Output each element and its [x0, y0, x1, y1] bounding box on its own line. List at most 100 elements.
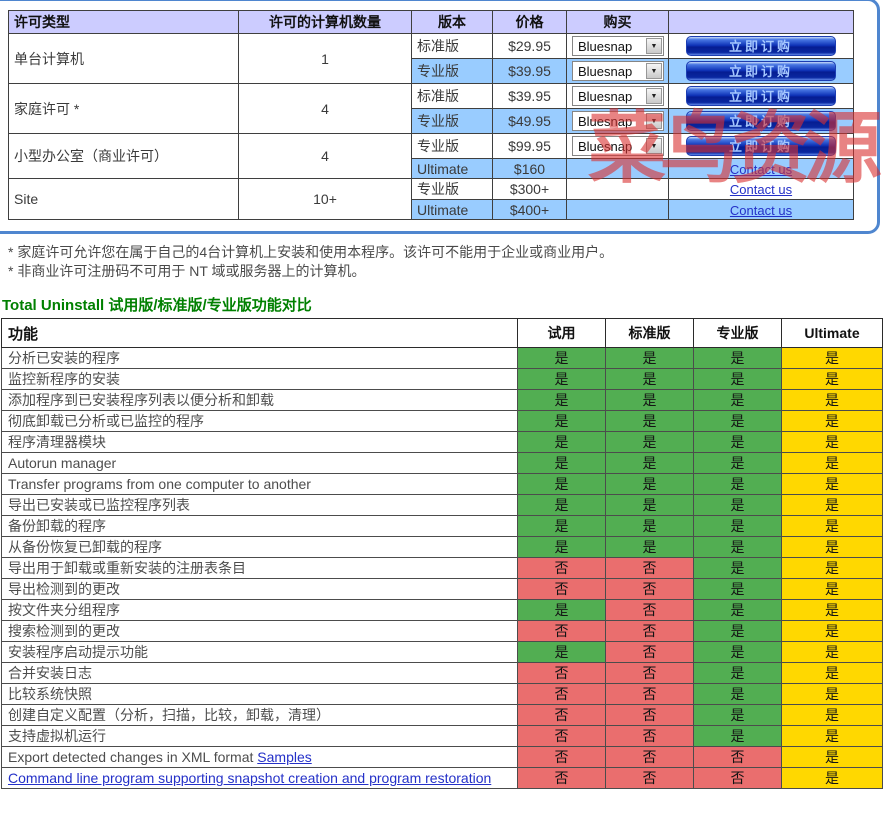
chevron-down-icon[interactable]: ▼ — [646, 138, 662, 154]
feature-cell: 搜索检测到的更改 — [2, 621, 518, 642]
column-header-professional: 专业版 — [694, 319, 782, 348]
order-now-button[interactable]: 立即订购 — [686, 36, 836, 56]
table-row: 单台计算机 1 标准版 $29.95 Bluesnap▼ 立即订购 — [9, 34, 854, 59]
value-cell: 是 — [518, 453, 606, 474]
contact-us-link[interactable]: Contact us — [730, 203, 792, 218]
table-row: 搜索检测到的更改否否是是 — [2, 621, 883, 642]
value-cell: 是 — [606, 432, 694, 453]
column-header-price: 价格 — [493, 11, 567, 34]
vendor-select-value: Bluesnap — [573, 64, 646, 79]
value-cell: 是 — [694, 621, 782, 642]
value-cell: 否 — [518, 621, 606, 642]
comparison-body: 分析已安装的程序是是是是监控新程序的安装是是是是添加程序到已安装程序列表以便分析… — [2, 348, 883, 789]
license-type-cell: 家庭许可 * — [9, 84, 239, 134]
vendor-select-value: Bluesnap — [573, 139, 646, 154]
order-now-button[interactable]: 立即订购 — [686, 111, 836, 131]
value-cell: 否 — [606, 642, 694, 663]
price-cell: $39.95 — [493, 59, 567, 84]
value-cell: 是 — [782, 390, 883, 411]
value-cell: 是 — [694, 558, 782, 579]
vendor-select[interactable]: Bluesnap▼ — [572, 136, 664, 156]
value-cell: 是 — [782, 516, 883, 537]
value-cell: 是 — [518, 432, 606, 453]
feature-cell: 监控新程序的安装 — [2, 369, 518, 390]
feature-link[interactable]: Samples — [257, 749, 311, 765]
value-cell: 否 — [518, 768, 606, 789]
table-row: 安装程序启动提示功能是否是是 — [2, 642, 883, 663]
table-row: 支持虚拟机运行否否是是 — [2, 726, 883, 747]
license-type-cell: Site — [9, 179, 239, 220]
contact-us-link[interactable]: Contact us — [730, 182, 792, 197]
value-cell: 是 — [782, 369, 883, 390]
value-cell: 否 — [606, 726, 694, 747]
feature-cell: 安装程序启动提示功能 — [2, 642, 518, 663]
value-cell: 否 — [606, 684, 694, 705]
contact-us-link[interactable]: Contact us — [730, 162, 792, 177]
price-cell: $300+ — [493, 179, 567, 200]
value-cell: 是 — [606, 516, 694, 537]
value-cell: 是 — [782, 411, 883, 432]
table-row: 创建自定义配置（分析，扫描，比较，卸载，清理）否否是是 — [2, 705, 883, 726]
value-cell: 是 — [782, 663, 883, 684]
order-now-button[interactable]: 立即订购 — [686, 136, 836, 156]
vendor-select[interactable]: Bluesnap▼ — [572, 111, 664, 131]
value-cell: 是 — [606, 369, 694, 390]
value-cell: 是 — [782, 474, 883, 495]
vendor-select[interactable]: Bluesnap▼ — [572, 86, 664, 106]
table-row: Export detected changes in XML format Sa… — [2, 747, 883, 768]
value-cell: 否 — [606, 621, 694, 642]
value-cell: 是 — [518, 474, 606, 495]
vendor-select-value: Bluesnap — [573, 114, 646, 129]
edition-cell: Ultimate — [412, 200, 493, 220]
value-cell: 是 — [782, 684, 883, 705]
table-row: 彻底卸载已分析或已监控的程序是是是是 — [2, 411, 883, 432]
feature-cell: Command line program supporting snapshot… — [2, 768, 518, 789]
price-cell: $160 — [493, 159, 567, 179]
value-cell: 否 — [606, 600, 694, 621]
table-row: Autorun manager是是是是 — [2, 453, 883, 474]
value-cell: 是 — [518, 495, 606, 516]
value-cell: 是 — [694, 663, 782, 684]
license-notes: * 家庭许可允许您在属于自己的4台计算机上安装和使用本程序。该许可不能用于企业或… — [8, 243, 613, 281]
value-cell: 是 — [694, 579, 782, 600]
vendor-select[interactable]: Bluesnap▼ — [572, 36, 664, 56]
column-header-empty — [669, 11, 854, 34]
price-cell: $99.95 — [493, 134, 567, 159]
price-cell: $29.95 — [493, 34, 567, 59]
table-row: Command line program supporting snapshot… — [2, 768, 883, 789]
value-cell: 否 — [606, 705, 694, 726]
comparison-table: 功能 试用 标准版 专业版 Ultimate 分析已安装的程序是是是是监控新程序… — [1, 318, 883, 789]
chevron-down-icon[interactable]: ▼ — [646, 113, 662, 129]
order-now-button[interactable]: 立即订购 — [686, 61, 836, 81]
table-row: 合并安装日志否否是是 — [2, 663, 883, 684]
feature-cell: 导出已安装或已监控程序列表 — [2, 495, 518, 516]
edition-cell: 专业版 — [412, 59, 493, 84]
feature-cell: 导出用于卸载或重新安装的注册表条目 — [2, 558, 518, 579]
vendor-select-value: Bluesnap — [573, 39, 646, 54]
chevron-down-icon[interactable]: ▼ — [646, 38, 662, 54]
price-cell: $400+ — [493, 200, 567, 220]
value-cell: 否 — [694, 747, 782, 768]
order-now-button[interactable]: 立即订购 — [686, 86, 836, 106]
vendor-select[interactable]: Bluesnap▼ — [572, 61, 664, 81]
value-cell: 是 — [782, 495, 883, 516]
value-cell: 是 — [694, 726, 782, 747]
feature-link[interactable]: Command line program supporting snapshot… — [8, 770, 491, 786]
value-cell: 是 — [782, 747, 883, 768]
feature-cell: 比较系统快照 — [2, 684, 518, 705]
value-cell: 是 — [606, 411, 694, 432]
value-cell: 是 — [606, 495, 694, 516]
table-row: 分析已安装的程序是是是是 — [2, 348, 883, 369]
value-cell: 是 — [694, 411, 782, 432]
value-cell: 是 — [518, 600, 606, 621]
value-cell: 是 — [606, 537, 694, 558]
price-cell: $39.95 — [493, 84, 567, 109]
feature-cell: Export detected changes in XML format Sa… — [2, 747, 518, 768]
chevron-down-icon[interactable]: ▼ — [646, 63, 662, 79]
price-cell: $49.95 — [493, 109, 567, 134]
chevron-down-icon[interactable]: ▼ — [646, 88, 662, 104]
value-cell: 否 — [518, 558, 606, 579]
value-cell: 是 — [782, 621, 883, 642]
table-row: 添加程序到已安装程序列表以便分析和卸载是是是是 — [2, 390, 883, 411]
value-cell: 是 — [694, 432, 782, 453]
